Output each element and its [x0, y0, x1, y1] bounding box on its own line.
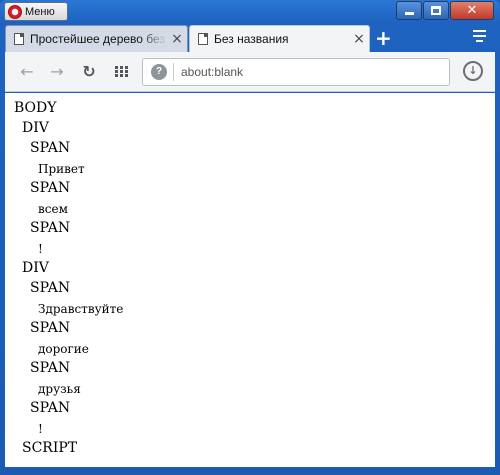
- address-separator: [173, 63, 174, 81]
- tree-tag-node: SPAN: [30, 360, 71, 376]
- reload-button[interactable]: ↻: [79, 62, 99, 82]
- tree-text-node: друзья: [38, 382, 81, 396]
- close-window-button[interactable]: ✕: [450, 1, 494, 20]
- speed-dial-icon[interactable]: [115, 66, 128, 77]
- tree-tag-node: SPAN: [30, 400, 71, 416]
- site-info-icon[interactable]: ?: [151, 64, 167, 80]
- tab-close-icon[interactable]: ×: [349, 31, 369, 47]
- document-icon: [198, 33, 208, 45]
- forward-button[interactable]: →: [47, 62, 67, 82]
- address-bar[interactable]: ? about:blank: [142, 58, 450, 86]
- opera-logo-icon: [8, 4, 22, 19]
- tree-tag-node: SPAN: [30, 280, 71, 296]
- address-input[interactable]: about:blank: [181, 65, 243, 79]
- tab-simple-tree[interactable]: Простейшее дерево без … ×: [5, 25, 188, 52]
- new-tab-button[interactable]: +: [375, 26, 392, 50]
- tree-text-node: всем: [38, 202, 68, 216]
- tree-tag-node: DIV: [22, 260, 49, 276]
- tree-tag-node: DIV: [22, 120, 49, 136]
- close-icon: ✕: [466, 3, 478, 18]
- tab-untitled[interactable]: Без названия ×: [189, 25, 370, 52]
- tree-tag-node: SPAN: [30, 320, 71, 336]
- tree-text-node: Привет: [38, 162, 85, 176]
- toolbar: ← → ↻ ? about:blank ↓: [5, 52, 495, 92]
- tree-text-node: !: [38, 242, 43, 256]
- back-button[interactable]: ←: [17, 62, 37, 82]
- tree-tag-node: SPAN: [30, 140, 71, 156]
- tree-text-node: Здравствуйте: [38, 302, 124, 316]
- tree-tag-node: SPAN: [30, 220, 71, 236]
- minimize-icon: [404, 12, 414, 15]
- tab-title: Простейшее дерево без …: [30, 32, 167, 46]
- tab-menu-icon[interactable]: [473, 30, 486, 45]
- tree-tag-node: BODY: [14, 100, 57, 116]
- tab-close-icon[interactable]: ×: [167, 31, 187, 47]
- tree-tag-node: SPAN: [30, 180, 71, 196]
- browser-window: Меню ✕ Простейшее дерево без … × Без наз…: [0, 0, 500, 475]
- download-icon[interactable]: ↓: [463, 61, 483, 81]
- document-icon: [14, 33, 24, 45]
- tree-text-node: !: [38, 422, 43, 436]
- window-controls: ✕: [396, 1, 494, 20]
- menu-label: Меню: [25, 5, 55, 18]
- menu-button[interactable]: Меню: [4, 2, 68, 21]
- tree-text-node: дорогие: [38, 342, 89, 356]
- tab-strip: Простейшее дерево без … × Без названия ×…: [5, 24, 495, 52]
- maximize-button[interactable]: [423, 1, 449, 20]
- tree-tag-node: SCRIPT: [22, 440, 78, 456]
- minimize-button[interactable]: [396, 1, 422, 20]
- tab-title: Без названия: [214, 32, 289, 46]
- page-content: BODY DIV SPAN Привет SPAN всем SPAN! DIV SPAN Здр…: [5, 93, 495, 467]
- maximize-icon: [431, 6, 441, 15]
